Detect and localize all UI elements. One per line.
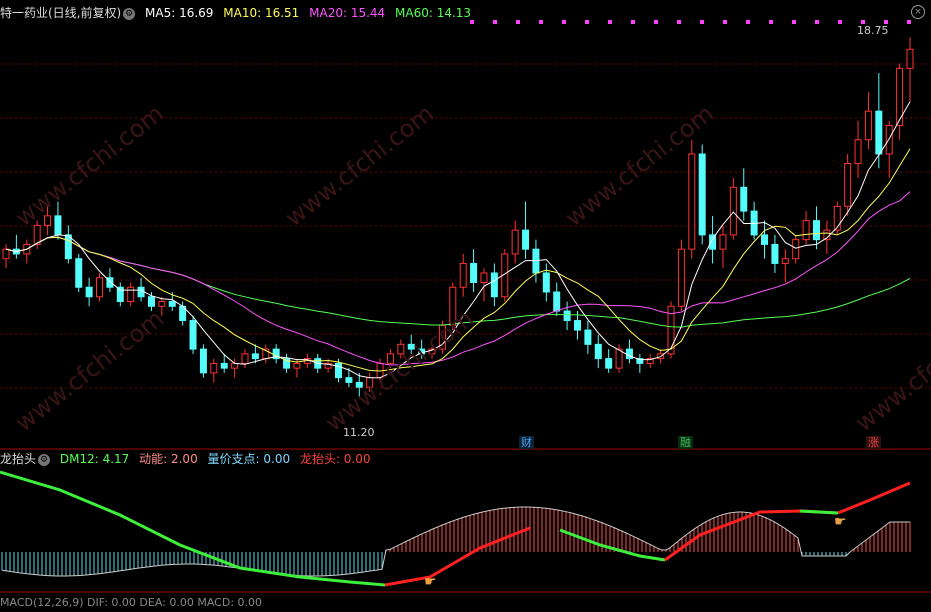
- stock-title[interactable]: 特一药业(日线,前复权): [0, 6, 121, 20]
- signal-dot: [631, 20, 635, 24]
- candle-body: [688, 153, 696, 250]
- candle-body: [470, 262, 478, 283]
- candle-body: [573, 320, 581, 331]
- settings-icon[interactable]: ⚙: [123, 7, 136, 20]
- indicator-name[interactable]: 龙抬头: [0, 452, 36, 466]
- candle-body: [729, 186, 737, 236]
- candle-body: [199, 348, 207, 374]
- candle-body: [677, 248, 685, 307]
- ma60-legend: MA60: 14.13: [395, 6, 472, 20]
- candle-body: [864, 110, 872, 141]
- indicator-panel-header: 龙抬头 ⚙ DM12: 4.17 动能: 2.00 量价支点: 0.00 龙抬头:…: [0, 450, 377, 468]
- candle-body: [127, 286, 135, 303]
- longtaitou-value: 龙抬头: 0.00: [299, 452, 371, 466]
- candle-body: [168, 301, 176, 307]
- buy-hand-icon: ☛: [834, 514, 847, 530]
- candle-body: [605, 358, 613, 369]
- signal-dot: [815, 20, 819, 24]
- candle-body: [54, 215, 62, 236]
- signal-dot: [723, 20, 727, 24]
- candle-body: [584, 329, 592, 345]
- candle-body: [231, 362, 239, 369]
- candle-body: [511, 229, 519, 255]
- candle-body: [522, 229, 530, 250]
- signal-dot: [493, 20, 497, 24]
- close-icon[interactable]: ×: [911, 5, 925, 19]
- candle-body: [116, 286, 124, 303]
- candle-body: [64, 234, 72, 260]
- dm12-value: DM12: 4.17: [59, 452, 130, 466]
- signal-dot: [585, 20, 589, 24]
- candle-body: [96, 277, 104, 298]
- candle-body: [33, 224, 41, 245]
- marker-rong[interactable]: 融: [678, 436, 693, 449]
- signal-dot: [907, 20, 911, 24]
- candle-body: [885, 124, 893, 155]
- marker-cai[interactable]: 财: [519, 436, 534, 449]
- signal-dot: [562, 20, 566, 24]
- candle-body: [844, 163, 852, 207]
- candle-body: [293, 362, 301, 369]
- candle-body: [625, 348, 633, 360]
- candle-body: [542, 272, 550, 293]
- macd-header-cut: MACD(12,26,9) DIF: 0.00 DEA: 0.00 MACD: …: [0, 596, 263, 609]
- candle-body: [220, 362, 228, 369]
- signal-dot: [516, 20, 520, 24]
- candle-body: [210, 362, 218, 374]
- candle-body: [875, 110, 883, 155]
- candle-body: [459, 262, 467, 288]
- stock-chart: [0, 20, 931, 593]
- liangjia-value: 量价支点: 0.00: [207, 452, 291, 466]
- candle-body: [345, 377, 353, 383]
- buy-hand-icon: ☛: [424, 574, 437, 590]
- dongneng-value: 动能: 2.00: [139, 452, 198, 466]
- candle-body: [158, 301, 166, 307]
- candle-body: [563, 310, 571, 322]
- signal-dot: [769, 20, 773, 24]
- candle-body: [241, 353, 249, 364]
- signal-dot: [654, 20, 658, 24]
- dragon-line-green: [559, 528, 666, 562]
- ma5-legend: MA5: 16.69: [145, 6, 214, 20]
- candle-body: [698, 153, 706, 236]
- candle-body: [490, 272, 498, 298]
- marker-zhang[interactable]: 涨: [866, 436, 881, 449]
- dragon-line-green: [799, 509, 839, 515]
- candle-body: [480, 272, 488, 283]
- candle-body: [553, 291, 561, 312]
- signal-dot: [608, 20, 612, 24]
- candle-body: [719, 234, 727, 250]
- candle-body: [615, 348, 623, 369]
- candle-body: [771, 243, 779, 264]
- candle-body: [781, 258, 789, 264]
- candle-body: [792, 239, 800, 260]
- candle-body: [251, 353, 259, 360]
- signal-dot: [838, 20, 842, 24]
- ma20-legend: MA20: 15.44: [309, 6, 386, 20]
- dragon-line-red: [837, 481, 911, 515]
- signal-dot: [792, 20, 796, 24]
- candle-body: [812, 220, 820, 241]
- candle-body: [2, 248, 10, 260]
- candle-body: [854, 139, 862, 165]
- candle-body: [75, 258, 83, 288]
- candle-body: [85, 286, 93, 298]
- high-price-label: 18.75: [857, 24, 889, 37]
- candle-body: [802, 220, 810, 241]
- signal-dot: [539, 20, 543, 24]
- candle-body: [137, 286, 145, 298]
- signal-dot: [746, 20, 750, 24]
- candle-body: [594, 343, 602, 360]
- candle-body: [740, 186, 748, 212]
- dragon-line-red: [664, 509, 839, 562]
- indicator-settings-icon[interactable]: ⚙: [38, 453, 51, 466]
- price-panel-header: 特一药业(日线,前复权) ⚙ MA5: 16.69 MA10: 16.51 MA2…: [0, 4, 477, 22]
- signal-dot: [700, 20, 704, 24]
- signal-dot: [677, 20, 681, 24]
- candle-body: [906, 48, 914, 69]
- candle-body: [761, 234, 769, 245]
- ma10-legend: MA10: 16.51: [223, 6, 300, 20]
- candle-body: [189, 320, 197, 350]
